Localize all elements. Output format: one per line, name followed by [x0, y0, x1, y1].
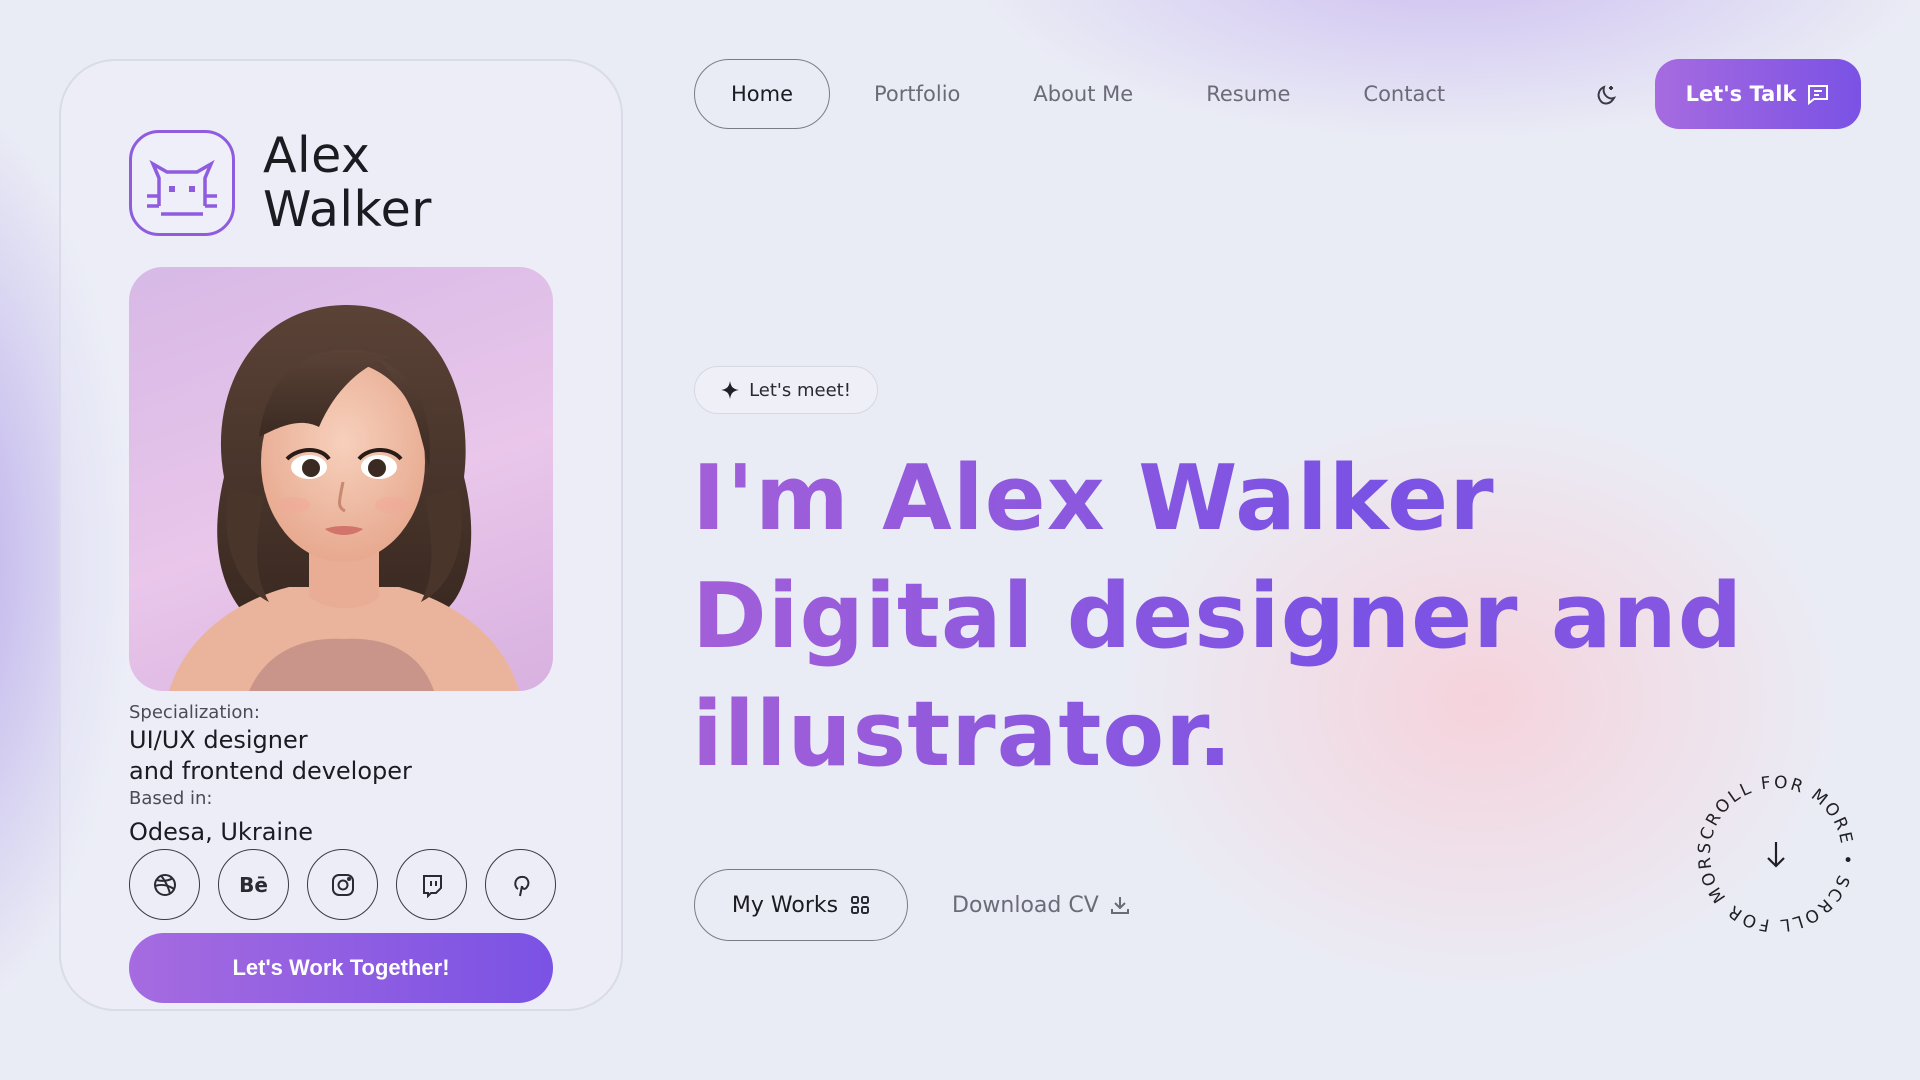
based-value: Odesa, Ukraine	[129, 818, 314, 846]
hero-line-3: illustrator.	[692, 682, 1233, 787]
my-works-button[interactable]: My Works	[694, 869, 908, 941]
nav-portfolio[interactable]: Portfolio	[874, 82, 960, 106]
download-cv-link[interactable]: Download CV	[952, 888, 1131, 922]
hero-heading: I'm Alex Walker Digital designer and ill…	[692, 440, 1812, 794]
specialization-line2: and frontend developer	[129, 757, 412, 785]
last-name: Walker	[263, 181, 432, 238]
dribbble-icon[interactable]	[129, 849, 200, 920]
nav-contact[interactable]: Contact	[1363, 82, 1445, 106]
brand: Alex Walker	[129, 129, 432, 237]
instagram-icon[interactable]	[307, 849, 378, 920]
first-name: Alex	[263, 127, 371, 184]
pinterest-icon[interactable]	[485, 849, 556, 920]
nav-home[interactable]: Home	[694, 59, 830, 129]
svg-text:SCROLL FOR MORE • SCROLL FOR M: SCROLL FOR MORE • SCROLL FOR MORE •	[1690, 768, 1857, 935]
moon-icon[interactable]	[1592, 80, 1622, 110]
brand-name: Alex Walker	[263, 129, 432, 237]
my-works-label: My Works	[731, 892, 839, 918]
behance-icon[interactable]: Bē	[218, 849, 289, 920]
lets-talk-label: Let's Talk	[1685, 82, 1797, 106]
work-together-button[interactable]: Let's Work Together!	[129, 933, 553, 1003]
profile-card: Alex Walker Specialization: UI/UX design…	[59, 59, 623, 1011]
specialization-line1: UI/UX designer	[129, 726, 308, 754]
sparkle-icon	[721, 381, 740, 399]
hero-line-1: I'm Alex Walker	[692, 446, 1495, 551]
nav-resume[interactable]: Resume	[1206, 82, 1290, 106]
nav-about-me[interactable]: About Me	[1033, 82, 1133, 106]
lets-meet-badge: Let's meet!	[694, 366, 878, 414]
specialization-label: Specialization:	[129, 702, 260, 723]
download-icon	[1110, 897, 1129, 914]
scroll-for-more-button[interactable]: SCROLL FOR MORE • SCROLL FOR MORE •	[1683, 753, 1862, 940]
badge-text: Let's meet!	[749, 379, 851, 401]
profile-info: Specialization: UI/UX designer and front…	[129, 701, 412, 848]
cat-logo-icon	[129, 130, 235, 236]
behance-text: Bē	[239, 872, 268, 897]
based-label: Based in:	[129, 788, 213, 809]
twitch-icon[interactable]	[396, 849, 467, 920]
chat-icon	[1808, 85, 1829, 106]
social-links: Bē	[129, 849, 556, 920]
download-cv-label: Download CV	[952, 892, 1099, 918]
grid-icon	[851, 896, 870, 914]
main-nav: Home Portfolio About Me Resume Contact	[694, 59, 1445, 129]
scroll-ring-text: SCROLL FOR MORE • SCROLL FOR MORE •	[1683, 753, 1854, 935]
arrow-down-icon	[1767, 842, 1785, 868]
lets-talk-button[interactable]: Let's Talk	[1655, 59, 1861, 129]
hero-line-2: Digital designer and	[692, 564, 1744, 669]
avatar	[129, 267, 553, 691]
